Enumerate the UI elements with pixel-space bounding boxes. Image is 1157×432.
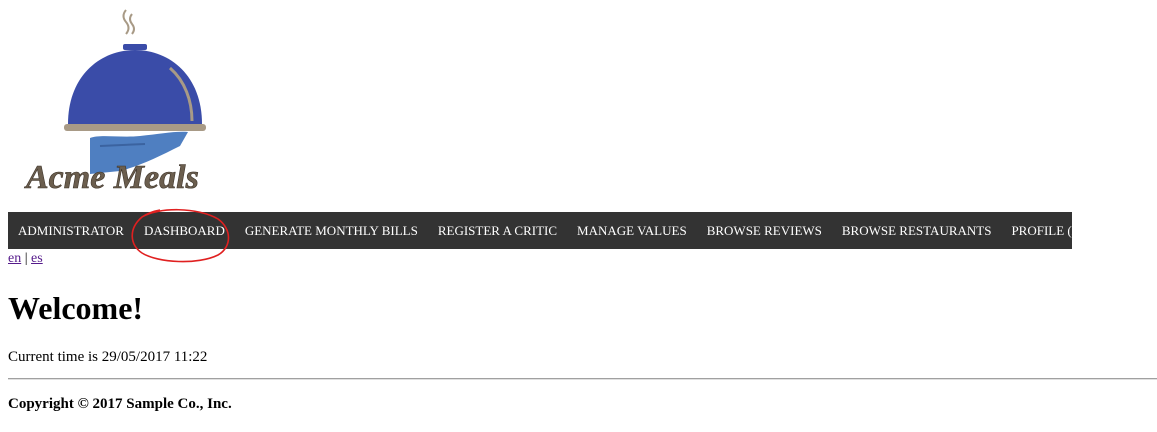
nav-item-administrator[interactable]: ADMINISTRATOR [8, 212, 134, 249]
nav-item-profile-admin[interactable]: PROFILE (ADMIN) [1001, 212, 1130, 249]
language-link-es[interactable]: es [31, 251, 43, 266]
copyright-text: Copyright © 2017 Sample Co., Inc. [8, 396, 232, 412]
current-time-text: Current time is 29/05/2017 11:22 [8, 349, 208, 365]
nav-item-browse-reviews[interactable]: BROWSE REVIEWS [697, 212, 832, 249]
nav-item-generate-monthly-bills[interactable]: GENERATE MONTHLY BILLS [235, 212, 428, 249]
nav-item-manage-values[interactable]: MANAGE VALUES [567, 212, 697, 249]
main-navigation: ADMINISTRATOR DASHBOARD GENERATE MONTHLY… [8, 212, 1120, 249]
nav-item-register-a-critic[interactable]: REGISTER A CRITIC [428, 212, 567, 249]
footer-divider [8, 378, 1157, 380]
language-separator: | [24, 251, 28, 266]
language-switcher: en | es [8, 251, 43, 267]
cloche-logo-icon: Acme Meals [24, 9, 206, 196]
logo-text: Acme Meals [24, 159, 199, 196]
language-link-en[interactable]: en [8, 251, 21, 266]
nav-item-dashboard[interactable]: DASHBOARD [134, 212, 235, 249]
acme-meals-logo: Acme Meals [20, 6, 245, 196]
nav-item-browse-restaurants[interactable]: BROWSE RESTAURANTS [832, 212, 1002, 249]
page-title: Welcome! [8, 290, 144, 326]
